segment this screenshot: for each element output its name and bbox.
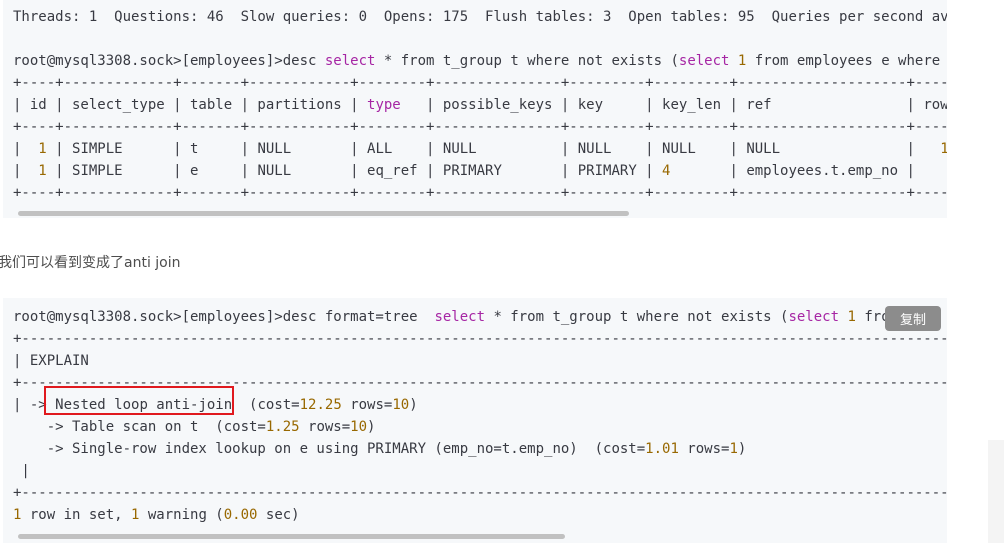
- tree-line-table-scan: -> Table scan on t (cost=1.25 rows=10): [13, 416, 376, 438]
- copy-button[interactable]: 复制: [885, 306, 941, 331]
- result-text: sec): [257, 507, 300, 523]
- cmd-desc: desc: [282, 53, 317, 69]
- paren-close: ): [737, 441, 747, 457]
- header-cols-a: | id | select_type | table | partitions …: [13, 97, 368, 113]
- prompt-text: root@mysql3308.sock>[employees]>: [13, 309, 283, 325]
- header-type: type: [367, 97, 401, 113]
- explain-header: | EXPLAIN: [13, 353, 89, 369]
- row-rows: 1: [940, 141, 947, 157]
- highlight-annotation-box: [44, 386, 234, 415]
- table-border-bottom: +----+-------------+-------+------------…: [13, 185, 947, 201]
- tree-text: -> Single-row index lookup on e using PR…: [13, 441, 646, 457]
- prompt-text: root@mysql3308.sock>[employees]>: [13, 53, 283, 69]
- cmd-body: * from t_group t where not exists (: [485, 309, 789, 325]
- result-summary: 1 row in set, 1 warning (0.00 sec): [13, 504, 300, 526]
- rows-label: rows=: [678, 441, 730, 457]
- paren-close: ): [409, 397, 418, 413]
- cmd-body: * from t_group t where not exists (: [375, 53, 679, 69]
- side-panel-edge: [988, 440, 1004, 543]
- explain-border-bottom: +---------------------------------------…: [13, 485, 947, 501]
- code-block-tree-output: root@mysql3308.sock>[employees]>desc for…: [3, 298, 947, 543]
- cost-value: 1.01: [645, 441, 679, 457]
- rows-label: rows=: [341, 397, 393, 413]
- row-id: 1: [38, 163, 47, 179]
- prose-paragraph: 我们可以看到变成了anti join: [0, 255, 181, 271]
- horizontal-scrollbar[interactable]: [18, 534, 565, 539]
- code-block-desc-output: Threads: 1 Questions: 46 Slow queries: 0…: [3, 0, 947, 218]
- rows-value: 10: [392, 397, 410, 413]
- kw-select: select: [324, 53, 376, 69]
- command-line: root@mysql3308.sock>[employees]>desc sel…: [13, 50, 940, 72]
- horizontal-scrollbar[interactable]: [18, 211, 629, 216]
- header-cols-b: | possible_keys | key | key_len | ref | …: [400, 97, 947, 113]
- command-line: root@mysql3308.sock>[employees]>desc for…: [13, 306, 890, 328]
- table-border-top: +----+-------------+-------+------------…: [13, 75, 947, 91]
- num-literal: 1: [847, 309, 856, 325]
- kw-select: select: [434, 309, 486, 325]
- explain-border-top: +---------------------------------------…: [13, 331, 947, 347]
- row-id: 1: [38, 141, 47, 157]
- status-line: Threads: 1 Questions: 46 Slow queries: 0…: [13, 9, 947, 25]
- paren-close: ): [367, 419, 376, 435]
- cost-value: 1.25: [265, 419, 300, 435]
- row-start: |: [13, 141, 39, 157]
- result-text: warning (: [139, 507, 224, 523]
- time-value: 0.00: [223, 507, 258, 523]
- row-start: |: [13, 163, 39, 179]
- result-text: row in set,: [21, 507, 132, 523]
- rows-value: 10: [350, 419, 368, 435]
- rows-value: 1: [729, 441, 738, 457]
- row-body: | SIMPLE | t | NULL | ALL | NULL | NULL …: [46, 141, 941, 157]
- kw-select-2: select: [678, 53, 730, 69]
- cmd-desc-format: desc format=tree: [282, 309, 435, 325]
- table-header-row: | id | select_type | table | partitions …: [13, 94, 947, 116]
- kw-select-2: select: [788, 309, 840, 325]
- cmd-tail: from employees e where: [746, 53, 941, 69]
- table-row: | 1 | SIMPLE | t | NULL | ALL | NULL | N…: [13, 138, 947, 160]
- tree-text: -> Table scan on t (cost=: [13, 419, 266, 435]
- cost-value: 12.25: [299, 397, 342, 413]
- tree-line-index-lookup: -> Single-row index lookup on e using PR…: [13, 438, 747, 460]
- rows-label: rows=: [299, 419, 351, 435]
- table-row: | 1 | SIMPLE | e | NULL | eq_ref | PRIMA…: [13, 160, 915, 182]
- row-ref: | employees.t.emp_no |: [670, 163, 915, 179]
- row-body: | SIMPLE | e | NULL | eq_ref | PRIMARY |…: [46, 163, 663, 179]
- pipe-line: |: [13, 463, 30, 479]
- cost-label: (cost=: [232, 397, 300, 413]
- table-border-mid: +----+-------------+-------+------------…: [13, 119, 947, 135]
